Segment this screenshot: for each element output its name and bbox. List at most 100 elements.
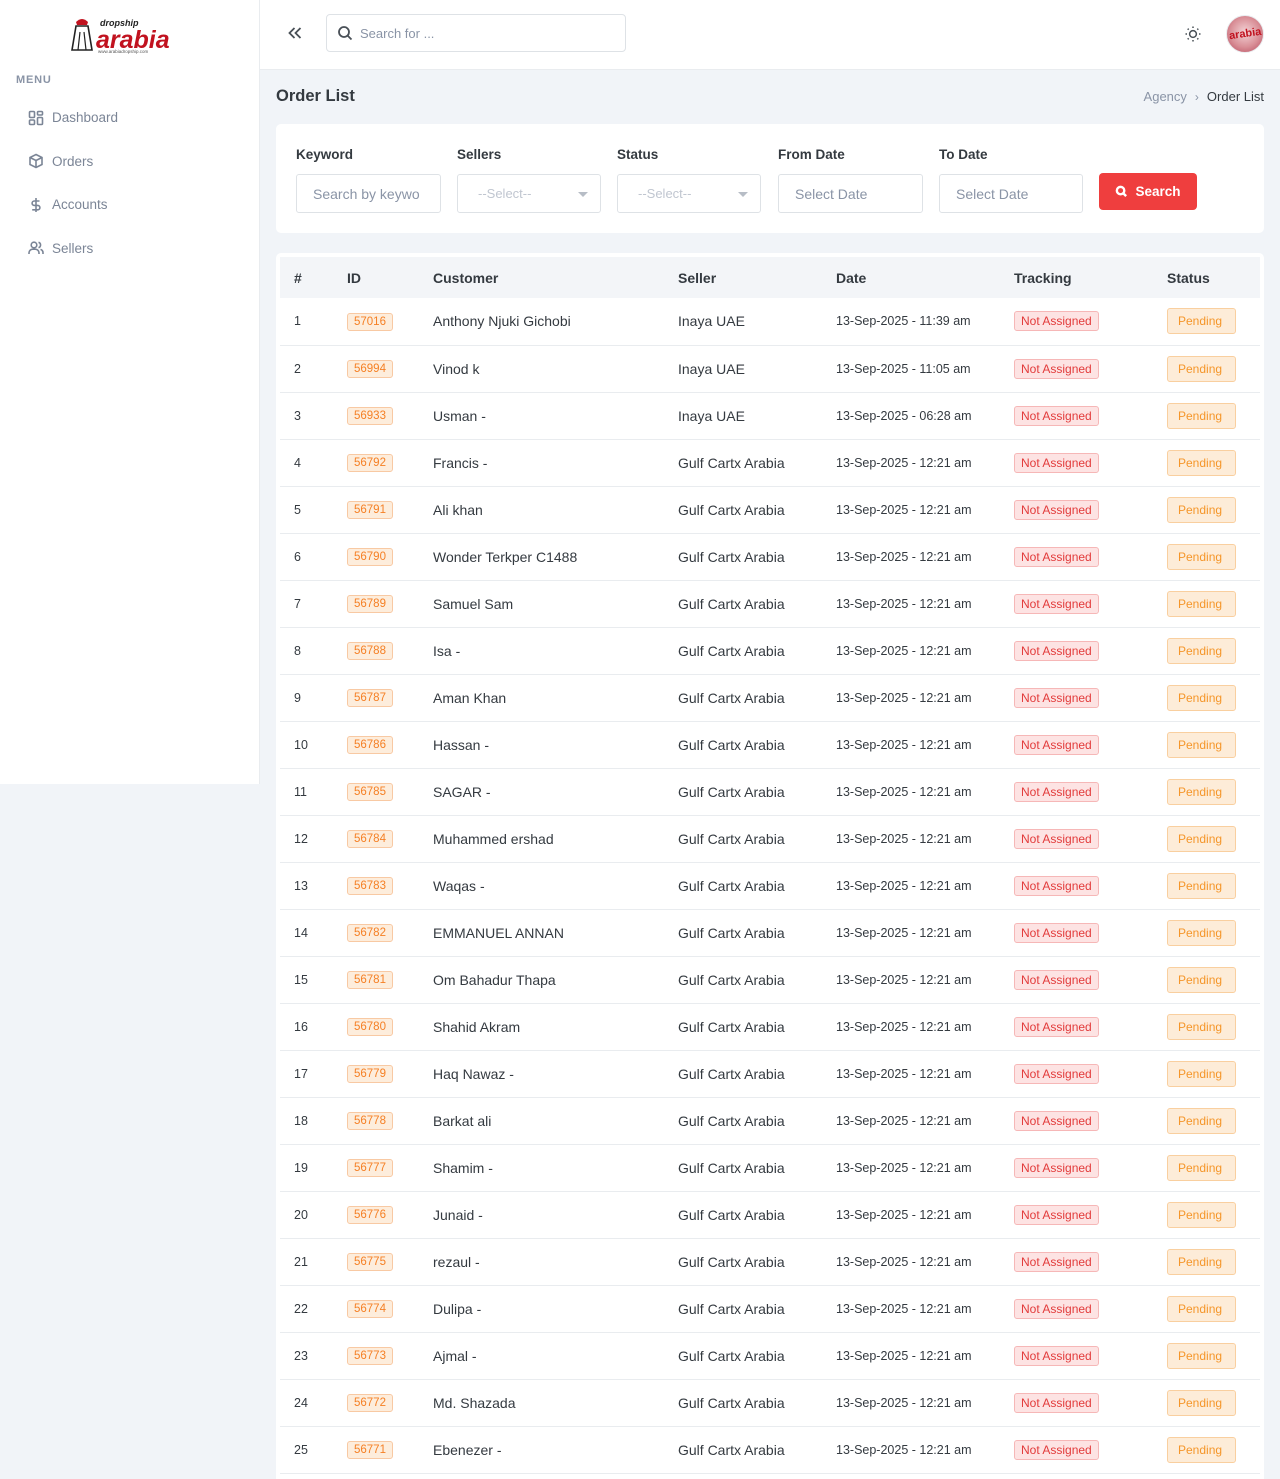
sidebar-item-accounts[interactable]: Accounts xyxy=(0,183,259,227)
table-row[interactable]: 5 56791 Ali khan Gulf Cartx Arabia 13-Sep-20… xyxy=(280,486,1260,533)
tracking-cell: Not Assigned xyxy=(1000,1003,1153,1050)
table-row[interactable]: 10 56786 Hassan - Gulf Cartx Arabia 13-Sep-2… xyxy=(280,721,1260,768)
from-date-input[interactable] xyxy=(778,174,923,213)
order-id-badge[interactable]: 56781 xyxy=(347,971,393,989)
order-id-badge[interactable]: 56787 xyxy=(347,689,393,707)
status-cell: Pending xyxy=(1153,1050,1260,1097)
status-select[interactable]: --Select-- xyxy=(617,174,761,213)
order-id-badge[interactable]: 56775 xyxy=(347,1253,393,1271)
breadcrumb-link-agency[interactable]: Agency xyxy=(1144,89,1187,104)
tracking-badge: Not Assigned xyxy=(1014,640,1099,661)
order-id-badge[interactable]: 56779 xyxy=(347,1065,393,1083)
column-header-seller: Seller xyxy=(678,269,717,286)
status-cell: Pending xyxy=(1153,1238,1260,1285)
order-id-cell: 56776 xyxy=(333,1191,419,1238)
table-row[interactable]: 15 56781 Om Bahadur Thapa Gulf Cartx Arabia… xyxy=(280,956,1260,1003)
tracking-badge: Not Assigned xyxy=(1014,405,1099,426)
status-cell: Pending xyxy=(1153,1191,1260,1238)
order-id-badge[interactable]: 56994 xyxy=(347,360,393,378)
order-id-badge[interactable]: 56773 xyxy=(347,1347,393,1365)
status-badge: Pending xyxy=(1167,731,1237,758)
table-row[interactable]: 7 56789 Samuel Sam Gulf Cartx Arabia 13-Sep-… xyxy=(280,580,1260,627)
order-id-badge[interactable]: 56784 xyxy=(347,830,393,848)
order-id-badge[interactable]: 56791 xyxy=(347,501,393,519)
table-row[interactable]: 2 56994 Vinod k Inaya UAE 13-Sep-2025 - 11:0… xyxy=(280,345,1260,392)
sidebar-item-sellers[interactable]: Sellers xyxy=(0,227,259,271)
search-button[interactable]: Search xyxy=(1099,173,1197,210)
tracking-cell: Not Assigned xyxy=(1000,1426,1153,1473)
dollar-icon xyxy=(31,197,41,212)
row-number: 4 xyxy=(294,455,301,470)
order-id-badge[interactable]: 56786 xyxy=(347,736,393,754)
keyword-label: Keyword xyxy=(296,147,354,162)
sellers-label: Sellers xyxy=(457,147,502,162)
table-row[interactable]: 1 57016 Anthony Njuki Gichobi Inaya UAE 13-S… xyxy=(280,298,1260,345)
sidebar-item-dashboard[interactable]: Dashboard xyxy=(0,96,259,140)
seller-cell: Gulf Cartx Arabia xyxy=(678,1394,785,1411)
order-id-badge[interactable]: 56776 xyxy=(347,1206,393,1224)
global-search-input[interactable] xyxy=(360,25,610,41)
order-id-badge[interactable]: 56785 xyxy=(347,783,393,801)
order-id-badge[interactable]: 56772 xyxy=(347,1394,393,1412)
order-id-badge[interactable]: 56783 xyxy=(347,877,393,895)
user-avatar[interactable]: arabia xyxy=(1226,15,1264,53)
sidebar-item-orders[interactable]: Orders xyxy=(0,140,259,184)
order-id-badge[interactable]: 56788 xyxy=(347,642,393,660)
brand-logo[interactable]: dropship arabia www.arabiadropship.com xyxy=(68,14,192,54)
row-number: 13 xyxy=(294,878,308,893)
table-row[interactable]: 9 56787 Aman Khan Gulf Cartx Arabia 13-Sep-2… xyxy=(280,674,1260,721)
order-id-badge[interactable]: 56790 xyxy=(347,548,393,566)
order-id-badge[interactable]: 57016 xyxy=(347,312,393,331)
table-row[interactable]: 19 56777 Shamim - Gulf Cartx Arabia 13-Sep-2… xyxy=(280,1144,1260,1191)
date-cell: 13-Sep-2025 - 12:21 am xyxy=(836,455,972,470)
table-row[interactable]: 13 56783 Waqas - Gulf Cartx Arabia 13-Sep-20… xyxy=(280,862,1260,909)
order-id-badge[interactable]: 56782 xyxy=(347,924,393,942)
order-id-badge[interactable]: 56789 xyxy=(347,595,393,613)
breadcrumb: Agency › Order List xyxy=(1144,89,1264,104)
sellers-select[interactable]: --Select-- xyxy=(457,174,601,213)
to-date-input[interactable] xyxy=(939,174,1083,213)
seller-cell: Gulf Cartx Arabia xyxy=(678,642,785,659)
order-id-cell: 56784 xyxy=(333,815,419,862)
table-row[interactable]: 17 56779 Haq Nawaz - Gulf Cartx Arabia 13-Se… xyxy=(280,1050,1260,1097)
table-row[interactable]: 3 56933 Usman - Inaya UAE 13-Sep-2025 - 06:2… xyxy=(280,392,1260,439)
customer-cell: Usman - xyxy=(433,407,486,424)
table-row[interactable]: 8 56788 Isa - Gulf Cartx Arabia 13-Sep-2025 … xyxy=(280,627,1260,674)
table-row[interactable]: 4 56792 Francis - Gulf Cartx Arabia 13-Sep-2… xyxy=(280,439,1260,486)
order-id-badge[interactable]: 56792 xyxy=(347,454,393,472)
keyword-input[interactable] xyxy=(296,174,441,213)
customer-cell: Vinod k xyxy=(433,360,480,377)
table-row[interactable]: 22 56774 Dulipa - Gulf Cartx Arabia 13-Sep-2… xyxy=(280,1285,1260,1332)
order-id-badge[interactable]: 56771 xyxy=(347,1441,393,1459)
table-row[interactable]: 18 56778 Barkat ali Gulf Cartx Arabia 13-Sep… xyxy=(280,1097,1260,1144)
order-id-badge[interactable]: 56777 xyxy=(347,1159,393,1177)
tracking-cell: Not Assigned xyxy=(1000,815,1153,862)
table-row[interactable]: 14 56782 EMMANUEL ANNAN Gulf Cartx Arabia 13… xyxy=(280,909,1260,956)
table-row[interactable]: 11 56785 SAGAR - Gulf Cartx Arabia 13-Sep-20… xyxy=(280,768,1260,815)
table-row[interactable]: 20 56776 Junaid - Gulf Cartx Arabia 13-Sep-2… xyxy=(280,1191,1260,1238)
collapse-sidebar-button[interactable] xyxy=(284,22,306,44)
row-number: 9 xyxy=(294,690,301,705)
table-row[interactable]: 12 56784 Muhammed ershad Gulf Cartx Arabia 1… xyxy=(280,815,1260,862)
customer-cell: Isa - xyxy=(433,642,461,659)
table-row[interactable]: 6 56790 Wonder Terkper C1488 Gulf Cartx Ara… xyxy=(280,533,1260,580)
status-badge: Pending xyxy=(1167,1436,1237,1463)
customer-cell: Francis - xyxy=(433,454,488,471)
order-id-badge[interactable]: 56780 xyxy=(347,1018,393,1036)
order-id-badge[interactable]: 56933 xyxy=(347,407,393,425)
order-id-cell: 56994 xyxy=(333,345,419,392)
global-search[interactable] xyxy=(326,14,626,52)
table-row[interactable]: 21 56775 rezaul - Gulf Cartx Arabia 13-Sep-2… xyxy=(280,1238,1260,1285)
table-row[interactable]: 16 56780 Shahid Akram Gulf Cartx Arabia 13-S… xyxy=(280,1003,1260,1050)
date-cell: 13-Sep-2025 - 11:39 am xyxy=(836,314,971,329)
theme-toggle-button[interactable] xyxy=(1182,23,1204,45)
table-row[interactable]: 23 56773 Ajmal - Gulf Cartx Arabia 13-Sep-20… xyxy=(280,1332,1260,1379)
table-row[interactable]: 25 56771 Ebenezer - Gulf Cartx Arabia 13-Sep… xyxy=(280,1426,1260,1473)
column-header-date: Date xyxy=(836,269,867,286)
customer-cell: Md. Shazada xyxy=(433,1394,516,1411)
order-id-badge[interactable]: 56774 xyxy=(347,1300,393,1318)
order-id-badge[interactable]: 56778 xyxy=(347,1112,393,1130)
table-row[interactable]: 24 56772 Md. Shazada Gulf Cartx Arabia 13-Se… xyxy=(280,1379,1260,1426)
tracking-badge: Not Assigned xyxy=(1014,875,1099,896)
date-cell: 13-Sep-2025 - 12:21 am xyxy=(836,925,972,940)
